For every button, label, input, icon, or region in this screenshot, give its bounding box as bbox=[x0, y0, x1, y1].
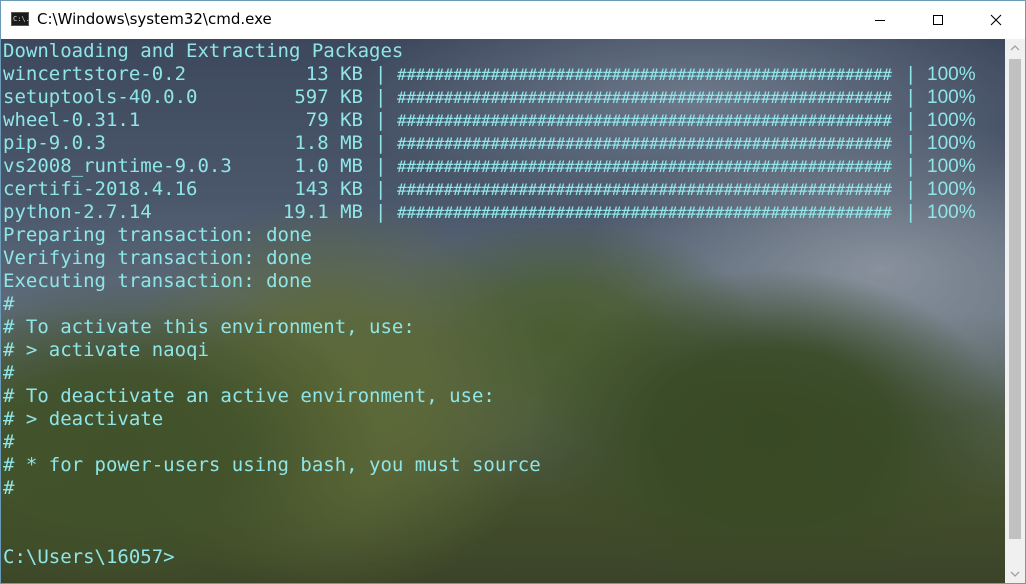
status-line: Preparing transaction: done bbox=[3, 224, 312, 246]
scroll-thumb[interactable] bbox=[1009, 59, 1021, 539]
package-name: wincertstore-0.2 bbox=[3, 63, 187, 85]
minimize-button[interactable] bbox=[851, 1, 909, 39]
progress-percent: 100% bbox=[927, 202, 976, 223]
progress-bar: ########################################… bbox=[397, 203, 892, 222]
comment-line: # bbox=[3, 362, 15, 384]
column-separator: | bbox=[375, 63, 387, 85]
column-separator: | bbox=[905, 201, 917, 223]
comment-line: # To activate this environment, use: bbox=[3, 316, 415, 338]
comment-line: # To deactivate an active environment, u… bbox=[3, 385, 495, 407]
comment-line: # > deactivate bbox=[3, 408, 164, 430]
progress-bar: ########################################… bbox=[397, 111, 892, 130]
close-icon bbox=[990, 14, 1002, 26]
arrow-up-icon bbox=[1010, 45, 1020, 51]
close-button[interactable] bbox=[967, 1, 1025, 39]
package-name: pip-9.0.3 bbox=[3, 132, 106, 154]
scroll-up-button[interactable] bbox=[1005, 39, 1025, 57]
comment-line: # bbox=[3, 293, 15, 315]
package-name: setuptools-40.0.0 bbox=[3, 86, 198, 108]
package-size: 143 KB bbox=[294, 178, 363, 200]
column-separator: | bbox=[905, 86, 917, 108]
column-separator: | bbox=[905, 109, 917, 131]
comment-line: # bbox=[3, 477, 15, 499]
maximize-button[interactable] bbox=[909, 1, 967, 39]
column-separator: | bbox=[905, 178, 917, 200]
console-output[interactable]: Downloading and Extracting Packages winc… bbox=[1, 39, 1005, 583]
column-separator: | bbox=[375, 86, 387, 108]
comment-line: # > activate naoqi bbox=[3, 339, 209, 361]
download-header: Downloading and Extracting Packages bbox=[3, 40, 404, 62]
column-separator: | bbox=[905, 63, 917, 85]
comment-line: # * for power-users using bash, you must… bbox=[3, 454, 541, 476]
progress-percent: 100% bbox=[927, 110, 976, 131]
cmd-app-icon[interactable]: C:\. bbox=[11, 12, 30, 26]
comment-line: # bbox=[3, 431, 15, 453]
package-name: wheel-0.31.1 bbox=[3, 109, 141, 131]
progress-bar: ########################################… bbox=[397, 134, 892, 153]
progress-bar: ########################################… bbox=[397, 180, 892, 199]
package-size: 19.1 MB bbox=[282, 201, 363, 223]
progress-percent: 100% bbox=[927, 179, 976, 200]
column-separator: | bbox=[375, 109, 387, 131]
status-line: Verifying transaction: done bbox=[3, 247, 312, 269]
minimize-icon bbox=[875, 20, 885, 21]
package-size: 13 KB bbox=[305, 63, 363, 85]
package-name: certifi-2018.4.16 bbox=[3, 178, 198, 200]
column-separator: | bbox=[375, 155, 387, 177]
package-name: vs2008_runtime-9.0.3 bbox=[3, 155, 232, 177]
vertical-scrollbar[interactable] bbox=[1005, 39, 1025, 583]
progress-percent: 100% bbox=[927, 156, 976, 177]
column-separator: | bbox=[375, 201, 387, 223]
package-size: 1.0 MB bbox=[294, 155, 363, 177]
scroll-down-button[interactable] bbox=[1005, 565, 1025, 583]
progress-percent: 100% bbox=[927, 87, 976, 108]
status-line: Executing transaction: done bbox=[3, 270, 312, 292]
column-separator: | bbox=[905, 155, 917, 177]
package-size: 1.8 MB bbox=[294, 132, 363, 154]
progress-bar: ########################################… bbox=[397, 88, 892, 107]
column-separator: | bbox=[375, 132, 387, 154]
title-bar[interactable]: C:\. C:\Windows\system32\cmd.exe bbox=[1, 1, 1025, 39]
progress-percent: 100% bbox=[927, 64, 976, 85]
arrow-down-icon bbox=[1010, 571, 1020, 577]
package-size: 597 KB bbox=[294, 86, 363, 108]
command-prompt[interactable]: C:\Users\16057> bbox=[3, 546, 175, 569]
package-size: 79 KB bbox=[305, 109, 363, 131]
progress-bar: ########################################… bbox=[397, 157, 892, 176]
column-separator: | bbox=[375, 178, 387, 200]
maximize-icon bbox=[933, 15, 943, 25]
progress-percent: 100% bbox=[927, 133, 976, 154]
progress-bar: ########################################… bbox=[397, 65, 892, 84]
column-separator: | bbox=[905, 132, 917, 154]
cmd-window: C:\. C:\Windows\system32\cmd.exe Downloa… bbox=[0, 0, 1026, 584]
window-title: C:\Windows\system32\cmd.exe bbox=[37, 10, 272, 28]
package-name: python-2.7.14 bbox=[3, 201, 152, 223]
